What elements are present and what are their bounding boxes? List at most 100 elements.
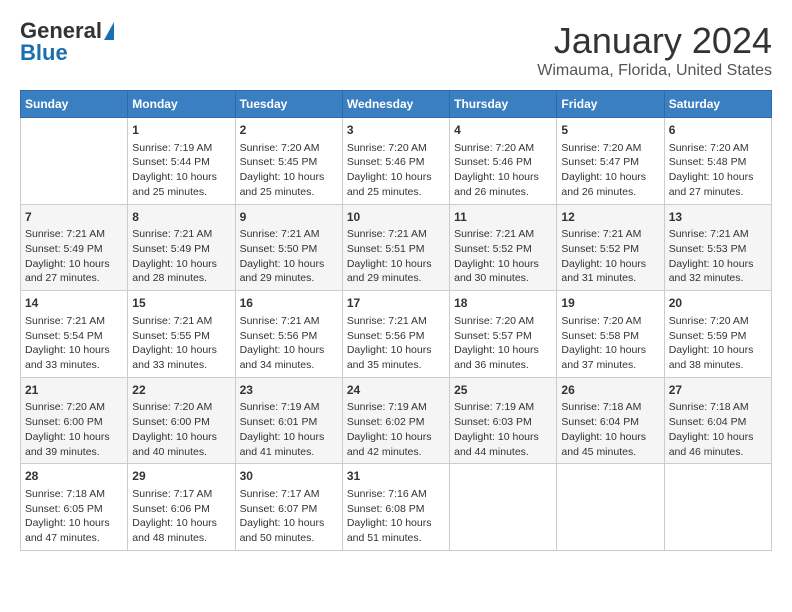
day-number: 8: [132, 209, 230, 226]
day-info: Sunrise: 7:17 AM Sunset: 6:06 PM Dayligh…: [132, 487, 230, 546]
column-header-saturday: Saturday: [664, 91, 771, 118]
day-cell: 17Sunrise: 7:21 AM Sunset: 5:56 PM Dayli…: [342, 291, 449, 378]
day-info: Sunrise: 7:21 AM Sunset: 5:53 PM Dayligh…: [669, 227, 767, 286]
logo-general: General: [20, 20, 102, 42]
logo: General Blue: [20, 20, 114, 64]
calendar-subtitle: Wimauma, Florida, United States: [537, 62, 772, 80]
day-cell: 28Sunrise: 7:18 AM Sunset: 6:05 PM Dayli…: [21, 464, 128, 551]
day-cell: 2Sunrise: 7:20 AM Sunset: 5:45 PM Daylig…: [235, 118, 342, 205]
day-cell: 3 Sunrise: 7:20 AM Sunset: 5:46 PM Daylig…: [342, 118, 449, 205]
day-info: Sunrise: 7:21 AM Sunset: 5:52 PM Dayligh…: [454, 227, 552, 286]
day-cell: 9Sunrise: 7:21 AM Sunset: 5:50 PM Daylig…: [235, 204, 342, 291]
day-cell: 18 Sunrise: 7:20 AM Sunset: 5:57 PM Dayli…: [450, 291, 557, 378]
calendar-table: SundayMondayTuesdayWednesdayThursdayFrid…: [20, 90, 772, 551]
day-info: Sunrise: 7:21 AM Sunset: 5:54 PM Dayligh…: [25, 314, 123, 373]
day-cell: [557, 464, 664, 551]
day-info: Sunrise: 7:20 AM Sunset: 5:46 PM Dayligh…: [347, 141, 445, 200]
column-header-tuesday: Tuesday: [235, 91, 342, 118]
day-info: Sunrise: 7:21 AM Sunset: 5:52 PM Dayligh…: [561, 227, 659, 286]
day-info: Sunrise: 7:20 AM Sunset: 6:00 PM Dayligh…: [25, 400, 123, 459]
day-number: 15: [132, 295, 230, 312]
day-cell: 13Sunrise: 7:21 AM Sunset: 5:53 PM Dayli…: [664, 204, 771, 291]
day-info: Sunrise: 7:20 AM Sunset: 5:45 PM Dayligh…: [240, 141, 338, 200]
day-info: Sunrise: 7:20 AM Sunset: 5:59 PM Dayligh…: [669, 314, 767, 373]
day-cell: 12Sunrise: 7:21 AM Sunset: 5:52 PM Dayli…: [557, 204, 664, 291]
day-cell: [664, 464, 771, 551]
day-info: Sunrise: 7:21 AM Sunset: 5:51 PM Dayligh…: [347, 227, 445, 286]
day-cell: [450, 464, 557, 551]
logo-blue: Blue: [20, 42, 68, 64]
day-number: 23: [240, 382, 338, 399]
day-number: 10: [347, 209, 445, 226]
day-cell: 31Sunrise: 7:16 AM Sunset: 6:08 PM Dayli…: [342, 464, 449, 551]
logo-triangle-icon: [104, 22, 114, 40]
day-number: 6: [669, 122, 767, 139]
day-info: Sunrise: 7:18 AM Sunset: 6:04 PM Dayligh…: [669, 400, 767, 459]
day-number: 13: [669, 209, 767, 226]
day-info: Sunrise: 7:20 AM Sunset: 5:48 PM Dayligh…: [669, 141, 767, 200]
day-cell: 23Sunrise: 7:19 AM Sunset: 6:01 PM Dayli…: [235, 377, 342, 464]
day-info: Sunrise: 7:20 AM Sunset: 5:47 PM Dayligh…: [561, 141, 659, 200]
day-number: 5: [561, 122, 659, 139]
column-header-sunday: Sunday: [21, 91, 128, 118]
day-cell: 1Sunrise: 7:19 AM Sunset: 5:44 PM Daylig…: [128, 118, 235, 205]
day-number: 18: [454, 295, 552, 312]
day-number: 30: [240, 468, 338, 485]
day-cell: 15Sunrise: 7:21 AM Sunset: 5:55 PM Dayli…: [128, 291, 235, 378]
week-row-1: 1Sunrise: 7:19 AM Sunset: 5:44 PM Daylig…: [21, 118, 772, 205]
day-cell: 30 Sunrise: 7:17 AM Sunset: 6:07 PM Dayli…: [235, 464, 342, 551]
day-number: 3: [347, 122, 445, 139]
day-cell: 26Sunrise: 7:18 AM Sunset: 6:04 PM Dayli…: [557, 377, 664, 464]
day-number: 20: [669, 295, 767, 312]
day-cell: 25Sunrise: 7:19 AM Sunset: 6:03 PM Dayli…: [450, 377, 557, 464]
day-info: Sunrise: 7:19 AM Sunset: 6:01 PM Dayligh…: [240, 400, 338, 459]
column-header-thursday: Thursday: [450, 91, 557, 118]
day-number: 4: [454, 122, 552, 139]
day-number: 17: [347, 295, 445, 312]
day-cell: 14 Sunrise: 7:21 AM Sunset: 5:54 PM Dayli…: [21, 291, 128, 378]
day-number: 1: [132, 122, 230, 139]
column-header-friday: Friday: [557, 91, 664, 118]
title-block: January 2024 Wimauma, Florida, United St…: [537, 20, 772, 80]
day-cell: 16Sunrise: 7:21 AM Sunset: 5:56 PM Dayli…: [235, 291, 342, 378]
day-info: Sunrise: 7:18 AM Sunset: 6:04 PM Dayligh…: [561, 400, 659, 459]
day-cell: 21Sunrise: 7:20 AM Sunset: 6:00 PM Dayli…: [21, 377, 128, 464]
day-number: 26: [561, 382, 659, 399]
day-number: 9: [240, 209, 338, 226]
day-info: Sunrise: 7:21 AM Sunset: 5:49 PM Dayligh…: [25, 227, 123, 286]
day-number: 24: [347, 382, 445, 399]
column-header-monday: Monday: [128, 91, 235, 118]
day-info: Sunrise: 7:19 AM Sunset: 6:02 PM Dayligh…: [347, 400, 445, 459]
day-info: Sunrise: 7:20 AM Sunset: 6:00 PM Dayligh…: [132, 400, 230, 459]
day-number: 7: [25, 209, 123, 226]
calendar-title: January 2024: [537, 20, 772, 62]
day-info: Sunrise: 7:21 AM Sunset: 5:50 PM Dayligh…: [240, 227, 338, 286]
day-number: 12: [561, 209, 659, 226]
header-row: SundayMondayTuesdayWednesdayThursdayFrid…: [21, 91, 772, 118]
day-info: Sunrise: 7:20 AM Sunset: 5:58 PM Dayligh…: [561, 314, 659, 373]
day-cell: 22Sunrise: 7:20 AM Sunset: 6:00 PM Dayli…: [128, 377, 235, 464]
day-number: 25: [454, 382, 552, 399]
day-number: 11: [454, 209, 552, 226]
day-info: Sunrise: 7:20 AM Sunset: 5:57 PM Dayligh…: [454, 314, 552, 373]
day-info: Sunrise: 7:17 AM Sunset: 6:07 PM Dayligh…: [240, 487, 338, 546]
week-row-5: 28Sunrise: 7:18 AM Sunset: 6:05 PM Dayli…: [21, 464, 772, 551]
day-info: Sunrise: 7:21 AM Sunset: 5:56 PM Dayligh…: [240, 314, 338, 373]
day-info: Sunrise: 7:20 AM Sunset: 5:46 PM Dayligh…: [454, 141, 552, 200]
day-number: 22: [132, 382, 230, 399]
week-row-4: 21Sunrise: 7:20 AM Sunset: 6:00 PM Dayli…: [21, 377, 772, 464]
day-number: 27: [669, 382, 767, 399]
day-cell: 4 Sunrise: 7:20 AM Sunset: 5:46 PM Daylig…: [450, 118, 557, 205]
day-cell: 10Sunrise: 7:21 AM Sunset: 5:51 PM Dayli…: [342, 204, 449, 291]
week-row-2: 7Sunrise: 7:21 AM Sunset: 5:49 PM Daylig…: [21, 204, 772, 291]
day-cell: 29Sunrise: 7:17 AM Sunset: 6:06 PM Dayli…: [128, 464, 235, 551]
day-cell: 7Sunrise: 7:21 AM Sunset: 5:49 PM Daylig…: [21, 204, 128, 291]
day-info: Sunrise: 7:19 AM Sunset: 6:03 PM Dayligh…: [454, 400, 552, 459]
day-cell: 24Sunrise: 7:19 AM Sunset: 6:02 PM Dayli…: [342, 377, 449, 464]
day-cell: [21, 118, 128, 205]
day-number: 21: [25, 382, 123, 399]
day-cell: 8Sunrise: 7:21 AM Sunset: 5:49 PM Daylig…: [128, 204, 235, 291]
day-number: 19: [561, 295, 659, 312]
day-cell: 11Sunrise: 7:21 AM Sunset: 5:52 PM Dayli…: [450, 204, 557, 291]
day-number: 14: [25, 295, 123, 312]
